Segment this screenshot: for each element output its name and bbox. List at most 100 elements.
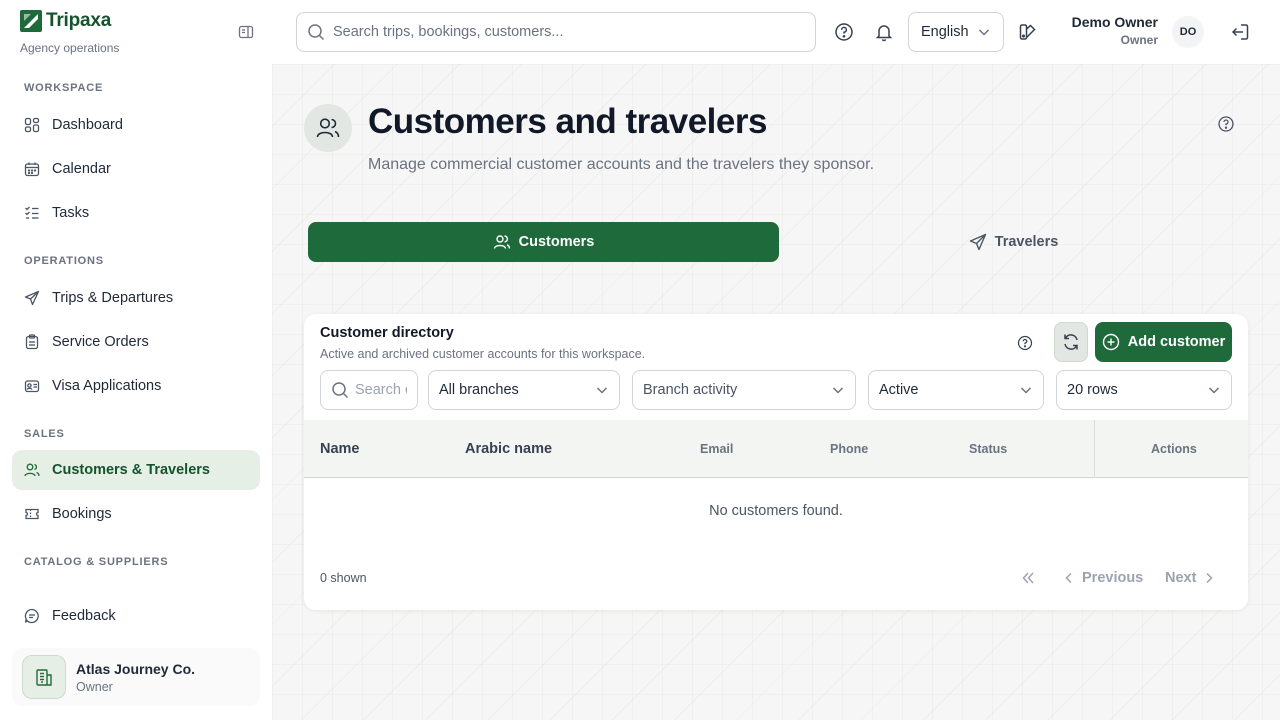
sidebar-item-trips-departures[interactable]: Trips & Departures (12, 278, 260, 318)
chevron-down-icon (1019, 383, 1033, 397)
chevron-right-icon (1202, 571, 1216, 585)
sidebar-item-tasks[interactable]: Tasks (12, 193, 260, 233)
global-search-input[interactable] (333, 24, 793, 40)
customer-search-input[interactable] (355, 382, 407, 398)
column-header-arabic-name[interactable]: Arabic name (465, 420, 552, 478)
section-label-workspace: Workspace (24, 82, 104, 94)
sidebar-item-label: Service Orders (52, 334, 149, 350)
send-icon (969, 233, 987, 251)
brand-subtitle: Agency operations (20, 41, 120, 55)
tab-list: Customers Travelers (308, 222, 1248, 262)
chevron-down-icon (1207, 383, 1221, 397)
next-page-button[interactable]: Next (1165, 566, 1216, 590)
sidebar-item-dashboard[interactable]: Dashboard (12, 105, 260, 145)
help-icon[interactable] (1216, 114, 1236, 134)
language-select[interactable]: English (908, 12, 1004, 52)
shown-count: 0 shown (320, 571, 367, 585)
building-icon (22, 655, 66, 699)
brand[interactable]: Tripaxa (20, 10, 111, 32)
help-icon[interactable] (1014, 332, 1036, 354)
branch-select[interactable]: All branches (428, 370, 620, 410)
search-icon (307, 23, 325, 41)
column-header-phone: Phone (830, 442, 869, 456)
chevron-left-icon (1062, 571, 1076, 585)
user-menu[interactable]: Demo Owner Owner (1062, 14, 1158, 47)
bell-icon[interactable] (868, 16, 900, 48)
section-label-sales: Sales (24, 428, 65, 440)
sidebar-item-label: Dashboard (52, 117, 123, 133)
user-name: Demo Owner (1071, 14, 1158, 30)
help-icon[interactable] (828, 16, 860, 48)
organization-role: Owner (76, 679, 113, 694)
sidebar-item-calendar[interactable]: Calendar (12, 149, 260, 189)
table-header: Name Arabic name Email Phone Status Acti… (304, 420, 1248, 478)
column-header-status: Status (969, 442, 1008, 456)
refresh-button[interactable] (1054, 322, 1088, 362)
sidebar-item-label: Tasks (52, 205, 90, 221)
add-customer-label: Add customer (1127, 334, 1226, 350)
customer-search[interactable] (320, 370, 418, 410)
calendar-icon (24, 161, 40, 177)
sidebar-item-customers-travelers[interactable]: Customers & Travelers (12, 450, 260, 490)
sidebar: Tripaxa Agency operations Workspace Dash… (0, 0, 272, 720)
page-title: Customers and travelers (368, 102, 767, 141)
sidebar-item-service-orders[interactable]: Service Orders (12, 322, 260, 362)
page-subtitle: Manage commercial customer accounts and … (368, 156, 875, 173)
tab-label: Travelers (994, 234, 1059, 250)
dashboard-icon (24, 117, 40, 133)
id-card-icon (24, 378, 40, 394)
card-subtitle: Active and archived customer accounts fo… (320, 347, 646, 361)
sidebar-item-label: Feedback (52, 608, 116, 624)
tab-customers[interactable]: Customers (308, 222, 779, 262)
users-icon (493, 233, 511, 251)
refresh-icon (1061, 332, 1081, 352)
sidebar-item-label: Visa Applications (52, 378, 162, 394)
users-icon (304, 104, 352, 152)
ticket-icon (24, 506, 40, 522)
brand-name: Tripaxa (46, 10, 112, 31)
users-icon (24, 462, 40, 478)
clipboard-icon (24, 334, 40, 350)
column-header-name[interactable]: Name (320, 420, 360, 478)
sidebar-collapse-icon[interactable] (236, 22, 256, 42)
tasks-icon (24, 205, 40, 221)
sidebar-item-label: Bookings (52, 506, 112, 522)
message-icon (24, 608, 40, 624)
customer-directory-card: Customer directory Active and archived c… (304, 314, 1248, 610)
chevrons-left-icon (1020, 570, 1036, 586)
add-customer-button[interactable]: Add customer (1095, 322, 1232, 362)
previous-label: Previous (1082, 570, 1144, 586)
sidebar-item-bookings[interactable]: Bookings (12, 494, 260, 534)
first-page-button[interactable] (1020, 566, 1036, 590)
branch-select-value: All branches (439, 382, 519, 398)
sidebar-item-visa-applications[interactable]: Visa Applications (12, 366, 260, 406)
branch-activity-select[interactable]: Branch activity (632, 370, 856, 410)
card-title: Customer directory (320, 325, 454, 341)
global-search[interactable] (296, 12, 816, 52)
section-label-catalog-suppliers: Catalog & Suppliers (24, 556, 169, 568)
logout-icon[interactable] (1224, 16, 1256, 48)
send-icon (24, 290, 40, 306)
topbar: English Demo Owner Owner DO (272, 0, 1280, 64)
sidebar-item-feedback[interactable]: Feedback (12, 596, 260, 636)
status-select[interactable]: Active (868, 370, 1044, 410)
avatar[interactable]: DO (1172, 16, 1204, 48)
tab-travelers[interactable]: Travelers (779, 222, 1248, 262)
search-icon (331, 381, 349, 399)
next-label: Next (1165, 570, 1197, 586)
rows-per-page-select[interactable]: 20 rows (1056, 370, 1232, 410)
branch-activity-value: Branch activity (643, 382, 738, 398)
chevron-down-icon (831, 383, 845, 397)
organization-switcher[interactable]: Atlas Journey Co. Owner (12, 648, 260, 706)
column-divider (1094, 420, 1095, 478)
column-header-email: Email (700, 442, 734, 456)
previous-page-button[interactable]: Previous (1062, 566, 1143, 590)
section-label-operations: Operations (24, 255, 104, 267)
user-role: Owner (1120, 33, 1158, 47)
chevron-down-icon (595, 383, 609, 397)
sidebar-item-label: Trips & Departures (52, 290, 174, 306)
tab-label: Customers (518, 234, 595, 250)
language-value: English (921, 24, 969, 40)
theme-palette-icon[interactable] (1012, 16, 1044, 48)
brand-logo-icon (20, 10, 42, 32)
